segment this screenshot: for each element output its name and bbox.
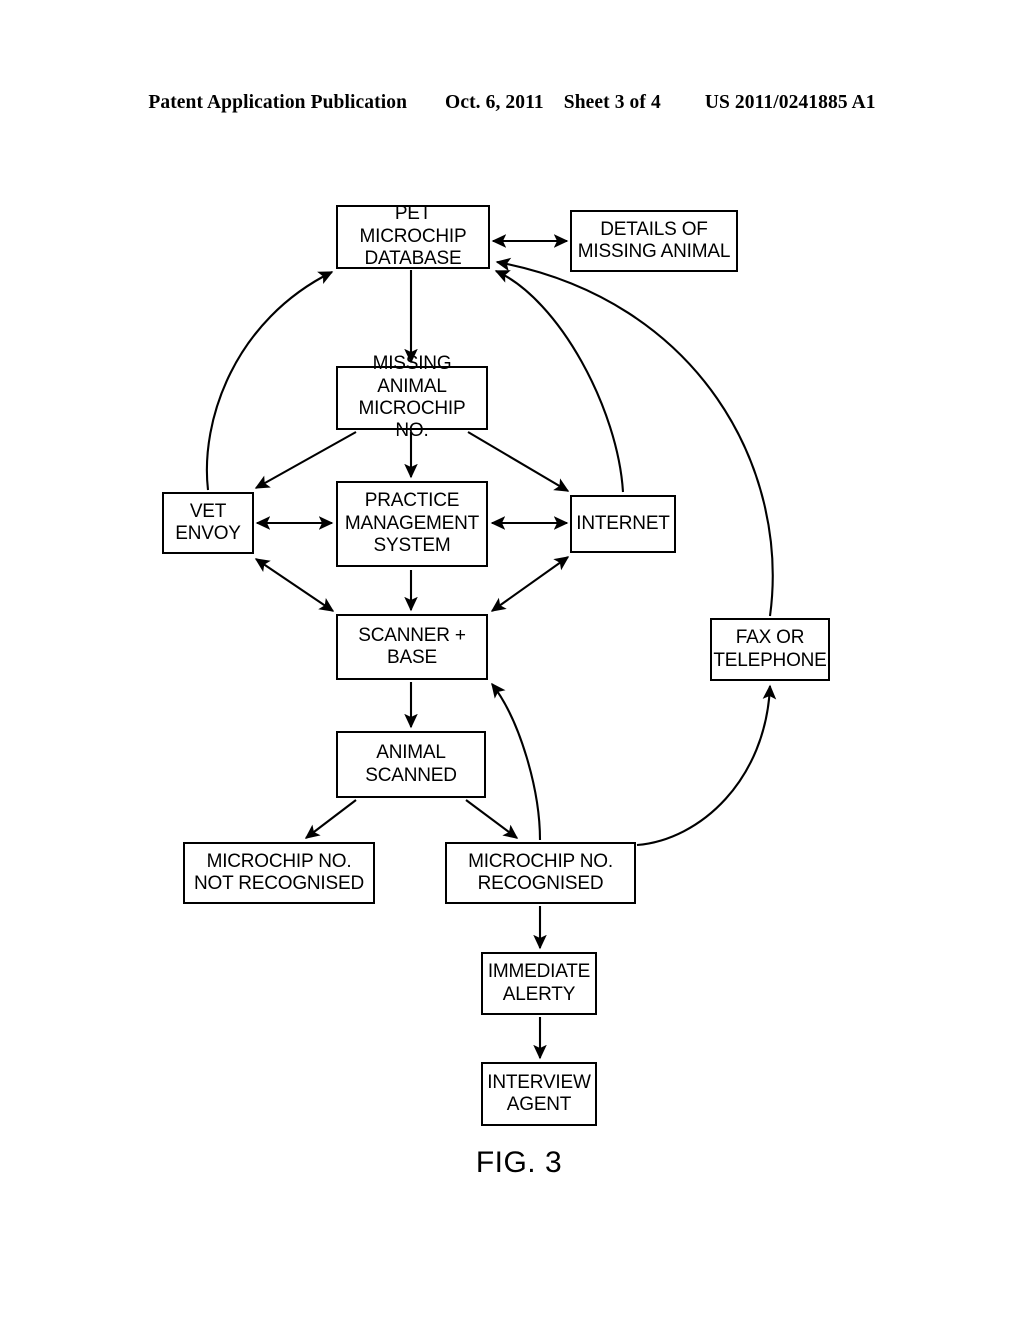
edge-vet-envoy-scanner xyxy=(254,558,335,612)
node-internet: INTERNET xyxy=(570,495,676,553)
edge-fax-database-curve xyxy=(495,257,774,617)
node-microchip-no-not-recognised: MICROCHIP NO. NOT RECOGNISED xyxy=(183,842,375,904)
node-label: PRACTICE MANAGEMENT SYSTEM xyxy=(344,490,480,557)
node-label: MICROCHIP NO. NOT RECOGNISED xyxy=(194,850,364,894)
node-details-of-missing-animal: DETAILS OF MISSING ANIMAL xyxy=(570,210,738,272)
node-label: MISSING ANIMAL MICROCHIP NO. xyxy=(358,353,466,442)
edge-animal-scanned-not-recognised xyxy=(304,799,357,839)
figure-3-diagram: PET MICROCHIP DATABASE DETAILS OF MISSIN… xyxy=(0,0,1024,1320)
edge-recognised-fax-curve xyxy=(636,684,777,847)
node-label: INTERVIEW AGENT xyxy=(487,1071,591,1115)
node-label: VET ENVOY xyxy=(175,500,241,544)
node-label: MICROCHIP NO. RECOGNISED xyxy=(468,850,613,894)
node-interview-agent: INTERVIEW AGENT xyxy=(481,1062,597,1126)
edge-internet-scanner xyxy=(490,556,570,612)
edge-animal-scanned-recognised xyxy=(465,799,519,839)
node-vet-envoy: VET ENVOY xyxy=(162,492,254,554)
node-missing-animal-microchip-no: MISSING ANIMAL MICROCHIP NO. xyxy=(336,353,488,441)
node-pet-microchip-database: PET MICROCHIP DATABASE xyxy=(336,203,490,270)
edge-vet-envoy-database-curve xyxy=(205,271,334,491)
node-label: DETAILS OF MISSING ANIMAL xyxy=(577,218,731,262)
node-label: SCANNER + BASE xyxy=(358,624,466,668)
node-label: PET MICROCHIP DATABASE xyxy=(359,203,467,270)
node-label: FAX OR TELEPHONE xyxy=(713,627,827,671)
node-animal-scanned: ANIMAL SCANNED xyxy=(336,731,486,798)
node-label: INTERNET xyxy=(576,512,670,534)
figure-caption: FIG. 3 xyxy=(0,1146,1024,1180)
node-fax-or-telephone: FAX OR TELEPHONE xyxy=(710,618,830,681)
edge-recognised-scanner-curve xyxy=(491,682,542,841)
figure-caption-text: FIG. 3 xyxy=(475,1146,563,1179)
node-label: ANIMAL SCANNED xyxy=(365,742,457,786)
node-immediate-alerty: IMMEDIATE ALERTY xyxy=(481,952,597,1015)
node-microchip-no-recognised: MICROCHIP NO. RECOGNISED xyxy=(445,842,636,904)
node-practice-management-system: PRACTICE MANAGEMENT SYSTEM xyxy=(336,481,488,567)
node-scanner-base: SCANNER + BASE xyxy=(336,614,488,680)
node-label: IMMEDIATE ALERTY xyxy=(487,961,591,1005)
